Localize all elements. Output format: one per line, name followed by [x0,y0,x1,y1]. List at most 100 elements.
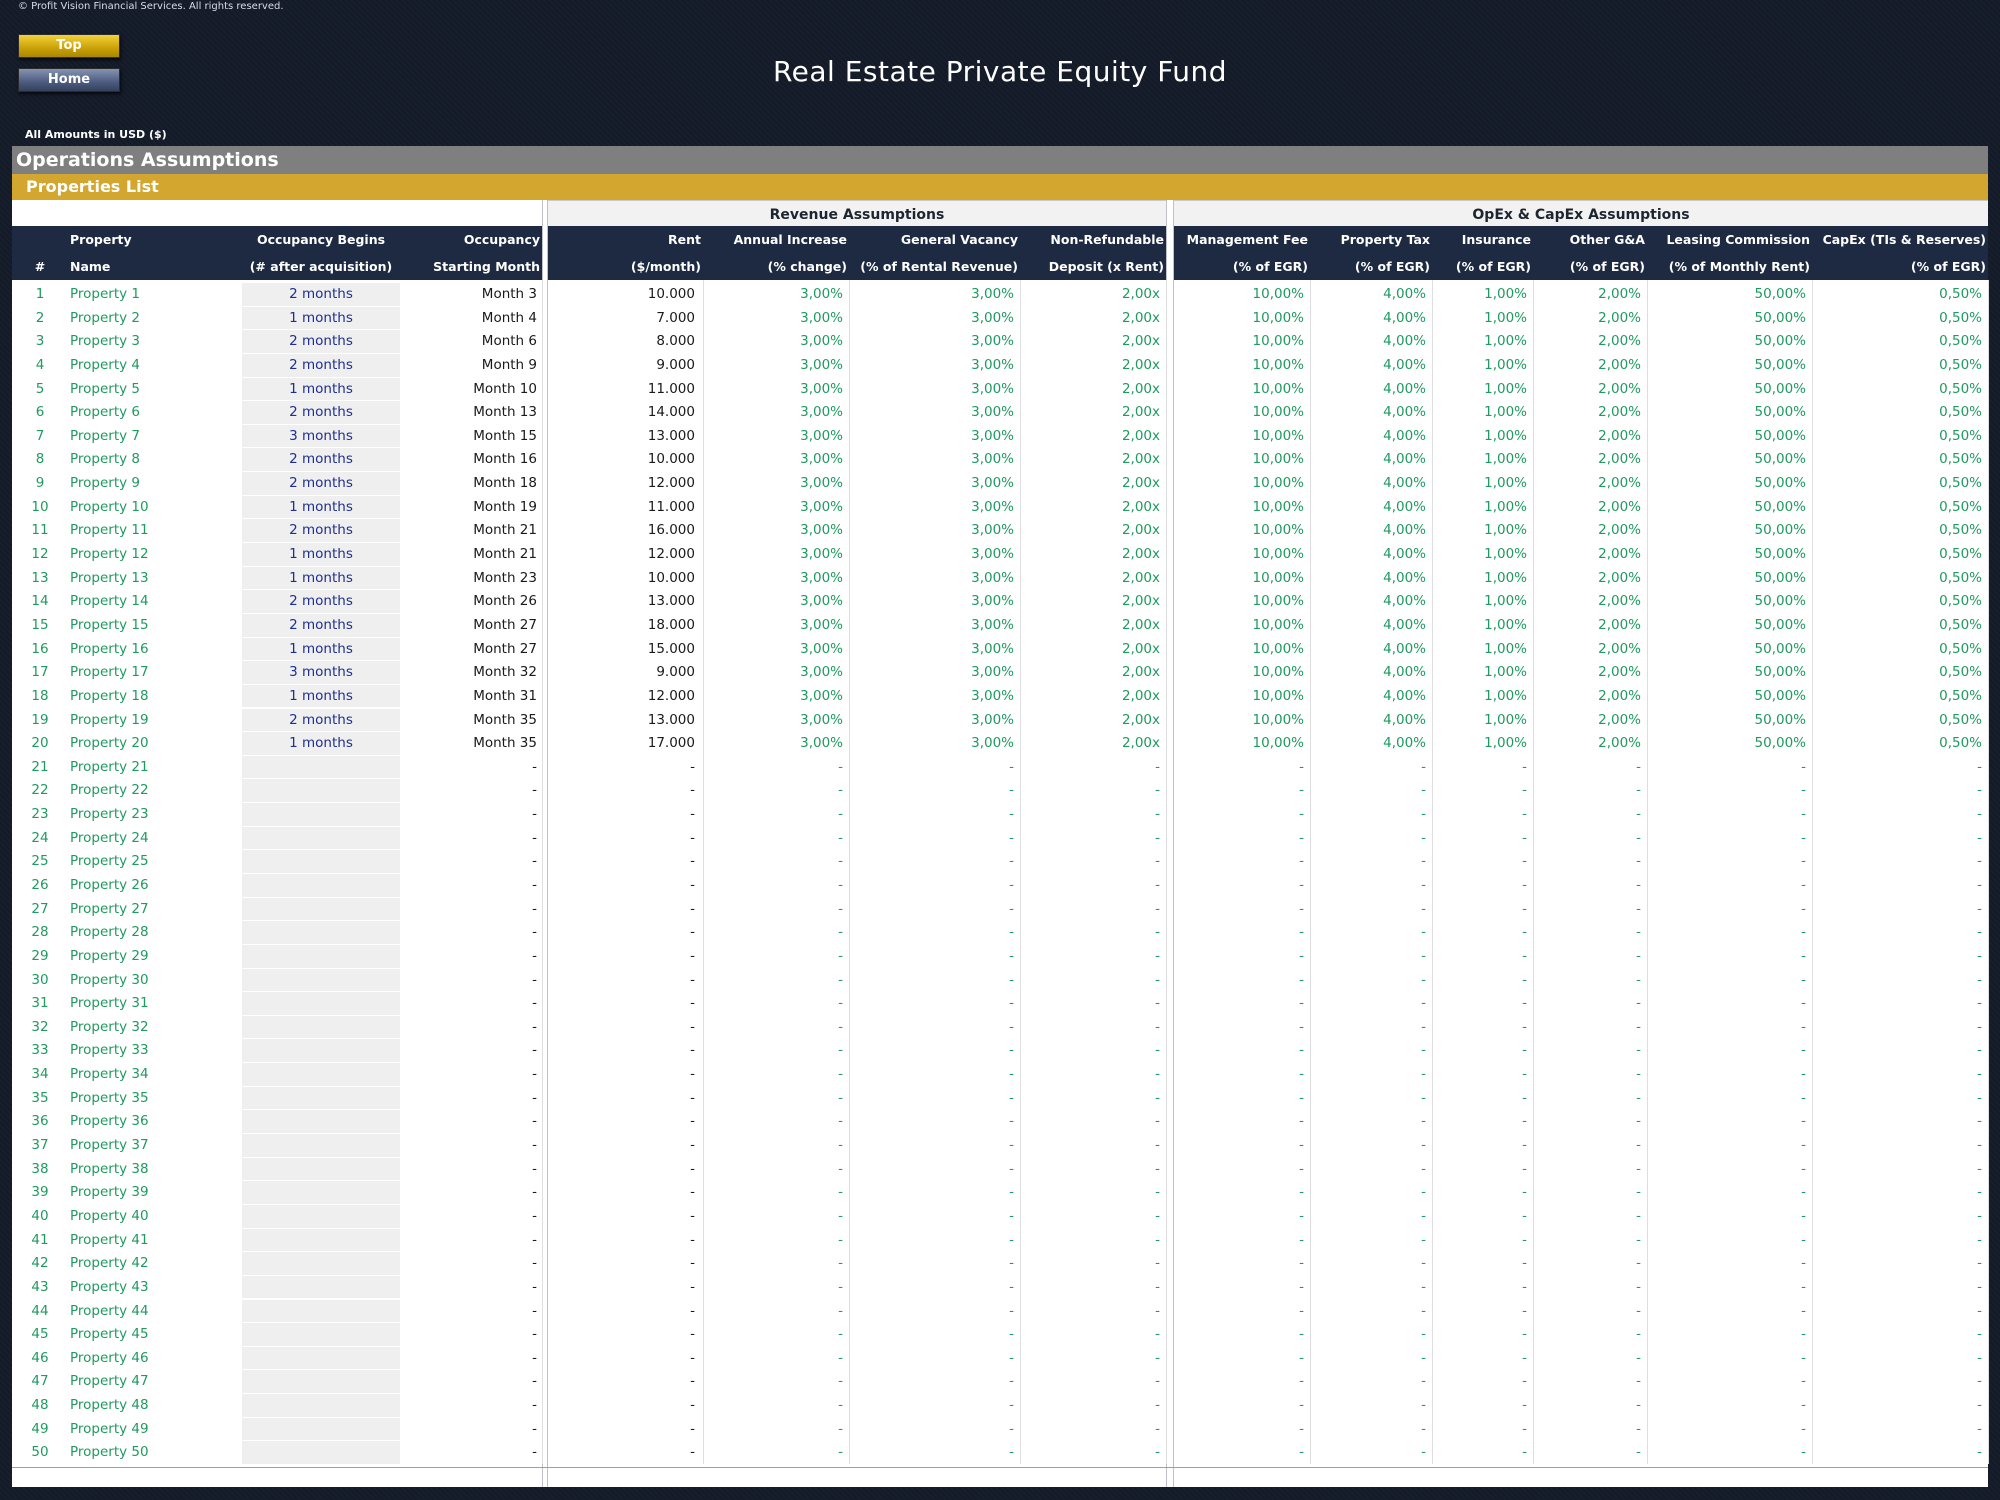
occupancy-begins-input[interactable] [242,897,400,922]
property-tax-value: - [1421,1018,1426,1035]
occupancy-begins-input[interactable]: 2 months [242,448,400,473]
property-name: Property 49 [70,1420,149,1437]
property-name: Property 13 [70,569,149,586]
annual-increase-value: - [838,995,843,1012]
occupancy-begins-input[interactable] [242,992,400,1016]
management-fee-value: 10,00% [1252,735,1304,752]
occupancy-begins-input[interactable] [242,1063,400,1087]
occupancy-begins-input[interactable] [242,1204,400,1229]
occupancy-begins-input[interactable] [242,1110,400,1134]
other-ga-value: - [1636,1184,1641,1201]
capex-value: 0,50% [1939,498,1982,515]
occupancy-begins-input[interactable]: 2 months [242,472,400,496]
occupancy-begins-input[interactable]: 2 months [242,283,400,307]
occupancy-begins-input[interactable] [242,1157,400,1182]
annual-increase-value: - [838,1326,843,1343]
occupancy-begins-input[interactable] [242,1394,400,1418]
occupancy-begins-input[interactable] [242,1441,400,1465]
management-fee-value: 10,00% [1252,451,1304,468]
insurance-value: - [1522,1326,1527,1343]
management-fee-value: - [1299,1184,1304,1201]
rent-value: 10.000 [647,286,695,302]
rent-value: - [690,782,695,799]
other-ga-value: - [1636,1018,1641,1035]
leasing-commission-value: - [1801,1160,1806,1177]
occupancy-month: Month 21 [473,522,537,539]
occupancy-begins-input[interactable] [242,1015,400,1040]
rent-value: - [690,1373,695,1390]
occupancy-begins-input[interactable] [242,968,400,993]
annual-increase-value: - [838,877,843,893]
rent-value: 12.000 [647,475,695,492]
vacancy-value: - [1009,1278,1014,1295]
group-separator [1166,200,1174,1487]
occupancy-begins-input[interactable] [242,779,400,804]
occupancy-begins-input[interactable] [242,1323,400,1347]
occupancy-begins-input[interactable]: 1 months [242,684,400,709]
occupancy-begins-input[interactable] [242,1228,400,1253]
occupancy-begins-input[interactable] [242,1275,400,1300]
grid-line [1533,280,1534,1464]
other-ga-value: - [1636,1113,1641,1130]
table-row: 12 Property 12 1 months Month 21 12.000 3,00%… [12,543,1988,567]
occupancy-begins-input[interactable]: 1 months [242,637,400,662]
occupancy-begins-input[interactable] [242,803,400,827]
leasing-commission-value: 50,00% [1754,475,1806,492]
occupancy-begins-input[interactable] [242,1134,400,1158]
insurance-value: - [1522,1373,1527,1390]
occupancy-begins-input[interactable] [242,944,400,969]
occupancy-begins-input[interactable] [242,1181,400,1205]
occupancy-begins-input[interactable]: 2 months [242,401,400,425]
occupancy-begins-input[interactable]: 2 months [242,613,400,638]
vacancy-value: - [1009,1137,1014,1154]
rent-value: - [690,853,695,870]
occupancy-begins-input[interactable] [242,874,400,898]
occupancy-begins-input[interactable]: 3 months [242,661,400,685]
capex-value: - [1977,1326,1982,1343]
occupancy-begins-input[interactable]: 2 months [242,353,400,378]
table-row: 19 Property 19 2 months Month 35 13.000 3,00%… [12,708,1988,733]
header-insurance-line2: (% of EGR) [1455,259,1531,274]
occupancy-begins-input[interactable]: 2 months [242,519,400,543]
table-row: 14 Property 14 2 months Month 26 13.000 3,00%… [12,590,1988,614]
occupancy-begins-input[interactable]: 1 months [242,306,400,331]
occupancy-begins-input[interactable] [242,1370,400,1395]
occupancy-begins-input[interactable]: 1 months [242,495,400,520]
row-number: 13 [31,569,49,586]
occupancy-begins-input[interactable] [242,826,400,851]
occupancy-begins-input[interactable] [242,1299,400,1324]
property-name: Property 16 [70,640,149,657]
property-tax-value: - [1421,806,1426,823]
occupancy-begins-input[interactable] [242,921,400,945]
other-ga-value: 2,00% [1598,427,1641,444]
leasing-commission-value: 50,00% [1754,309,1806,326]
property-name: Property 17 [70,664,149,681]
occupancy-begins-input[interactable] [242,1039,400,1064]
insurance-value: - [1522,1420,1527,1437]
occupancy-begins-input[interactable]: 2 months [242,330,400,354]
table-row: 28 Property 28 - - - - - - - - - - - [12,921,1988,945]
table-row: 23 Property 23 - - - - - - - - - - - [12,803,1988,827]
occupancy-begins-input[interactable]: 1 months [242,543,400,567]
property-tax-value: 4,00% [1383,475,1426,492]
occupancy-begins-input[interactable]: 1 months [242,566,400,591]
occupancy-begins-input[interactable] [242,1346,400,1371]
occupancy-begins-input[interactable]: 3 months [242,424,400,449]
deposit-value: - [1155,1397,1160,1414]
rent-value: - [690,758,695,775]
occupancy-begins-input[interactable] [242,1252,400,1276]
capex-value: 0,50% [1939,286,1982,302]
occupancy-begins-input[interactable]: 2 months [242,708,400,733]
occupancy-begins-input[interactable] [242,1086,400,1111]
occupancy-begins-input[interactable]: 1 months [242,732,400,756]
other-ga-value: 2,00% [1598,498,1641,515]
occupancy-begins-input[interactable] [242,1417,400,1442]
occupancy-begins-input[interactable] [242,755,400,780]
deposit-value: 2,00x [1121,451,1160,468]
other-ga-value: - [1636,1137,1641,1154]
occupancy-begins-input[interactable] [242,850,400,874]
insurance-value: 1,00% [1484,664,1527,681]
occupancy-begins-input[interactable]: 2 months [242,590,400,614]
occupancy-begins-input[interactable]: 1 months [242,377,400,402]
table-row: 42 Property 42 - - - - - - - - - - - [12,1252,1988,1276]
